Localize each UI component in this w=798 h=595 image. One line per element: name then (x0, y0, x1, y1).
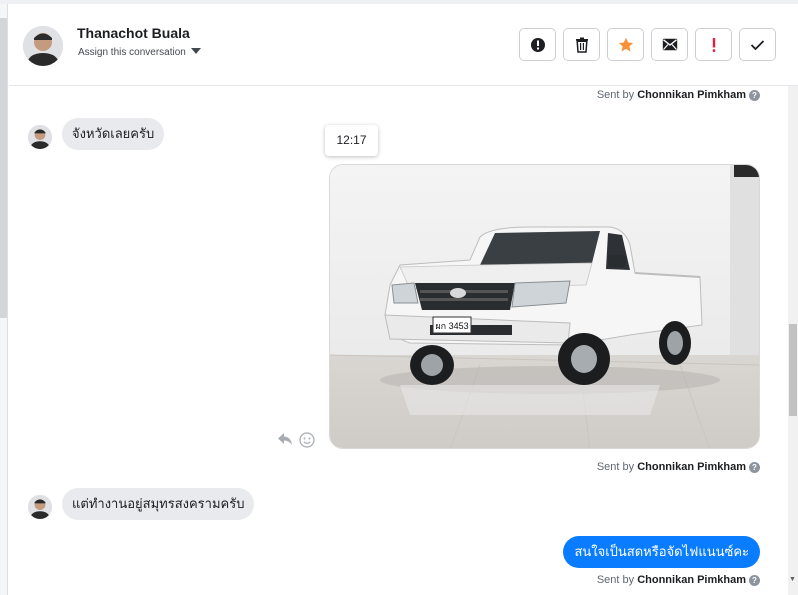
contact-avatar-small[interactable] (28, 125, 52, 149)
alert-circle-icon (530, 37, 545, 52)
delete-button[interactable] (563, 28, 600, 61)
sent-by-label: Sent by Chonnikan Pimkham? (597, 89, 760, 101)
message-tools (277, 432, 315, 448)
inbox-conversation-view: ▲ Thanachot Buala Assign this conversati… (0, 0, 798, 595)
person-avatar-icon (28, 125, 52, 149)
sender-name: Chonnikan Pimkham (637, 461, 746, 473)
pickup-truck-photo: ผก 3453 (330, 165, 759, 448)
contact-avatar-small[interactable] (28, 495, 52, 519)
help-icon[interactable]: ? (749, 462, 760, 473)
left-scrollbar[interactable]: ▲ (0, 4, 8, 595)
conversation-actions (519, 28, 776, 61)
reply-icon[interactable] (277, 432, 293, 446)
scroll-down-arrow-icon[interactable]: ▼ (789, 576, 796, 583)
conversation-header: Thanachot Buala Assign this conversation (9, 4, 798, 86)
message-photo[interactable]: ผก 3453 (329, 164, 760, 449)
message-thread[interactable]: Sent by Chonnikan Pimkham? จังหวัดเลยครั… (9, 86, 788, 595)
sent-by-label: Sent by Chonnikan Pimkham? (597, 574, 760, 586)
important-button[interactable] (695, 28, 732, 61)
spam-button[interactable] (519, 28, 556, 61)
incoming-message[interactable]: แต่ทำงานอยู่สมุทรสงครามครับ (62, 488, 255, 520)
help-icon[interactable]: ? (749, 575, 760, 586)
assign-label: Assign this conversation (78, 47, 186, 58)
contact-name[interactable]: Thanachot Buala (77, 25, 190, 41)
person-avatar-icon (28, 495, 52, 519)
contact-avatar[interactable] (23, 26, 63, 66)
thread-scrollbar-thumb[interactable] (789, 324, 797, 416)
star-icon (618, 37, 633, 51)
mark-unread-button[interactable] (651, 28, 688, 61)
check-icon (750, 39, 765, 50)
envelope-icon (662, 38, 677, 51)
star-button[interactable] (607, 28, 644, 61)
incoming-message[interactable]: จังหวัดเลยครับ (62, 118, 165, 150)
sender-name: Chonnikan Pimkham (637, 89, 746, 101)
exclamation-icon (712, 37, 715, 52)
sender-name: Chonnikan Pimkham (637, 574, 746, 586)
left-scrollbar-thumb[interactable] (0, 18, 7, 318)
trash-icon (575, 37, 588, 53)
license-plate-text: ผก 3453 (435, 321, 468, 331)
person-avatar-icon (23, 26, 63, 66)
done-button[interactable] (739, 28, 776, 61)
assign-conversation-dropdown[interactable]: Assign this conversation (78, 47, 201, 58)
sent-by-label: Sent by Chonnikan Pimkham? (597, 461, 760, 473)
thread-scrollbar[interactable]: ▼ (788, 86, 798, 595)
emoji-reaction-icon[interactable] (299, 432, 315, 448)
help-icon[interactable]: ? (749, 90, 760, 101)
timestamp-tooltip: 12:17 (325, 125, 378, 156)
outgoing-message[interactable]: สนใจเป็นสดหรือจัดไฟแนนซ์คะ (563, 536, 760, 568)
caret-down-icon (190, 48, 201, 54)
